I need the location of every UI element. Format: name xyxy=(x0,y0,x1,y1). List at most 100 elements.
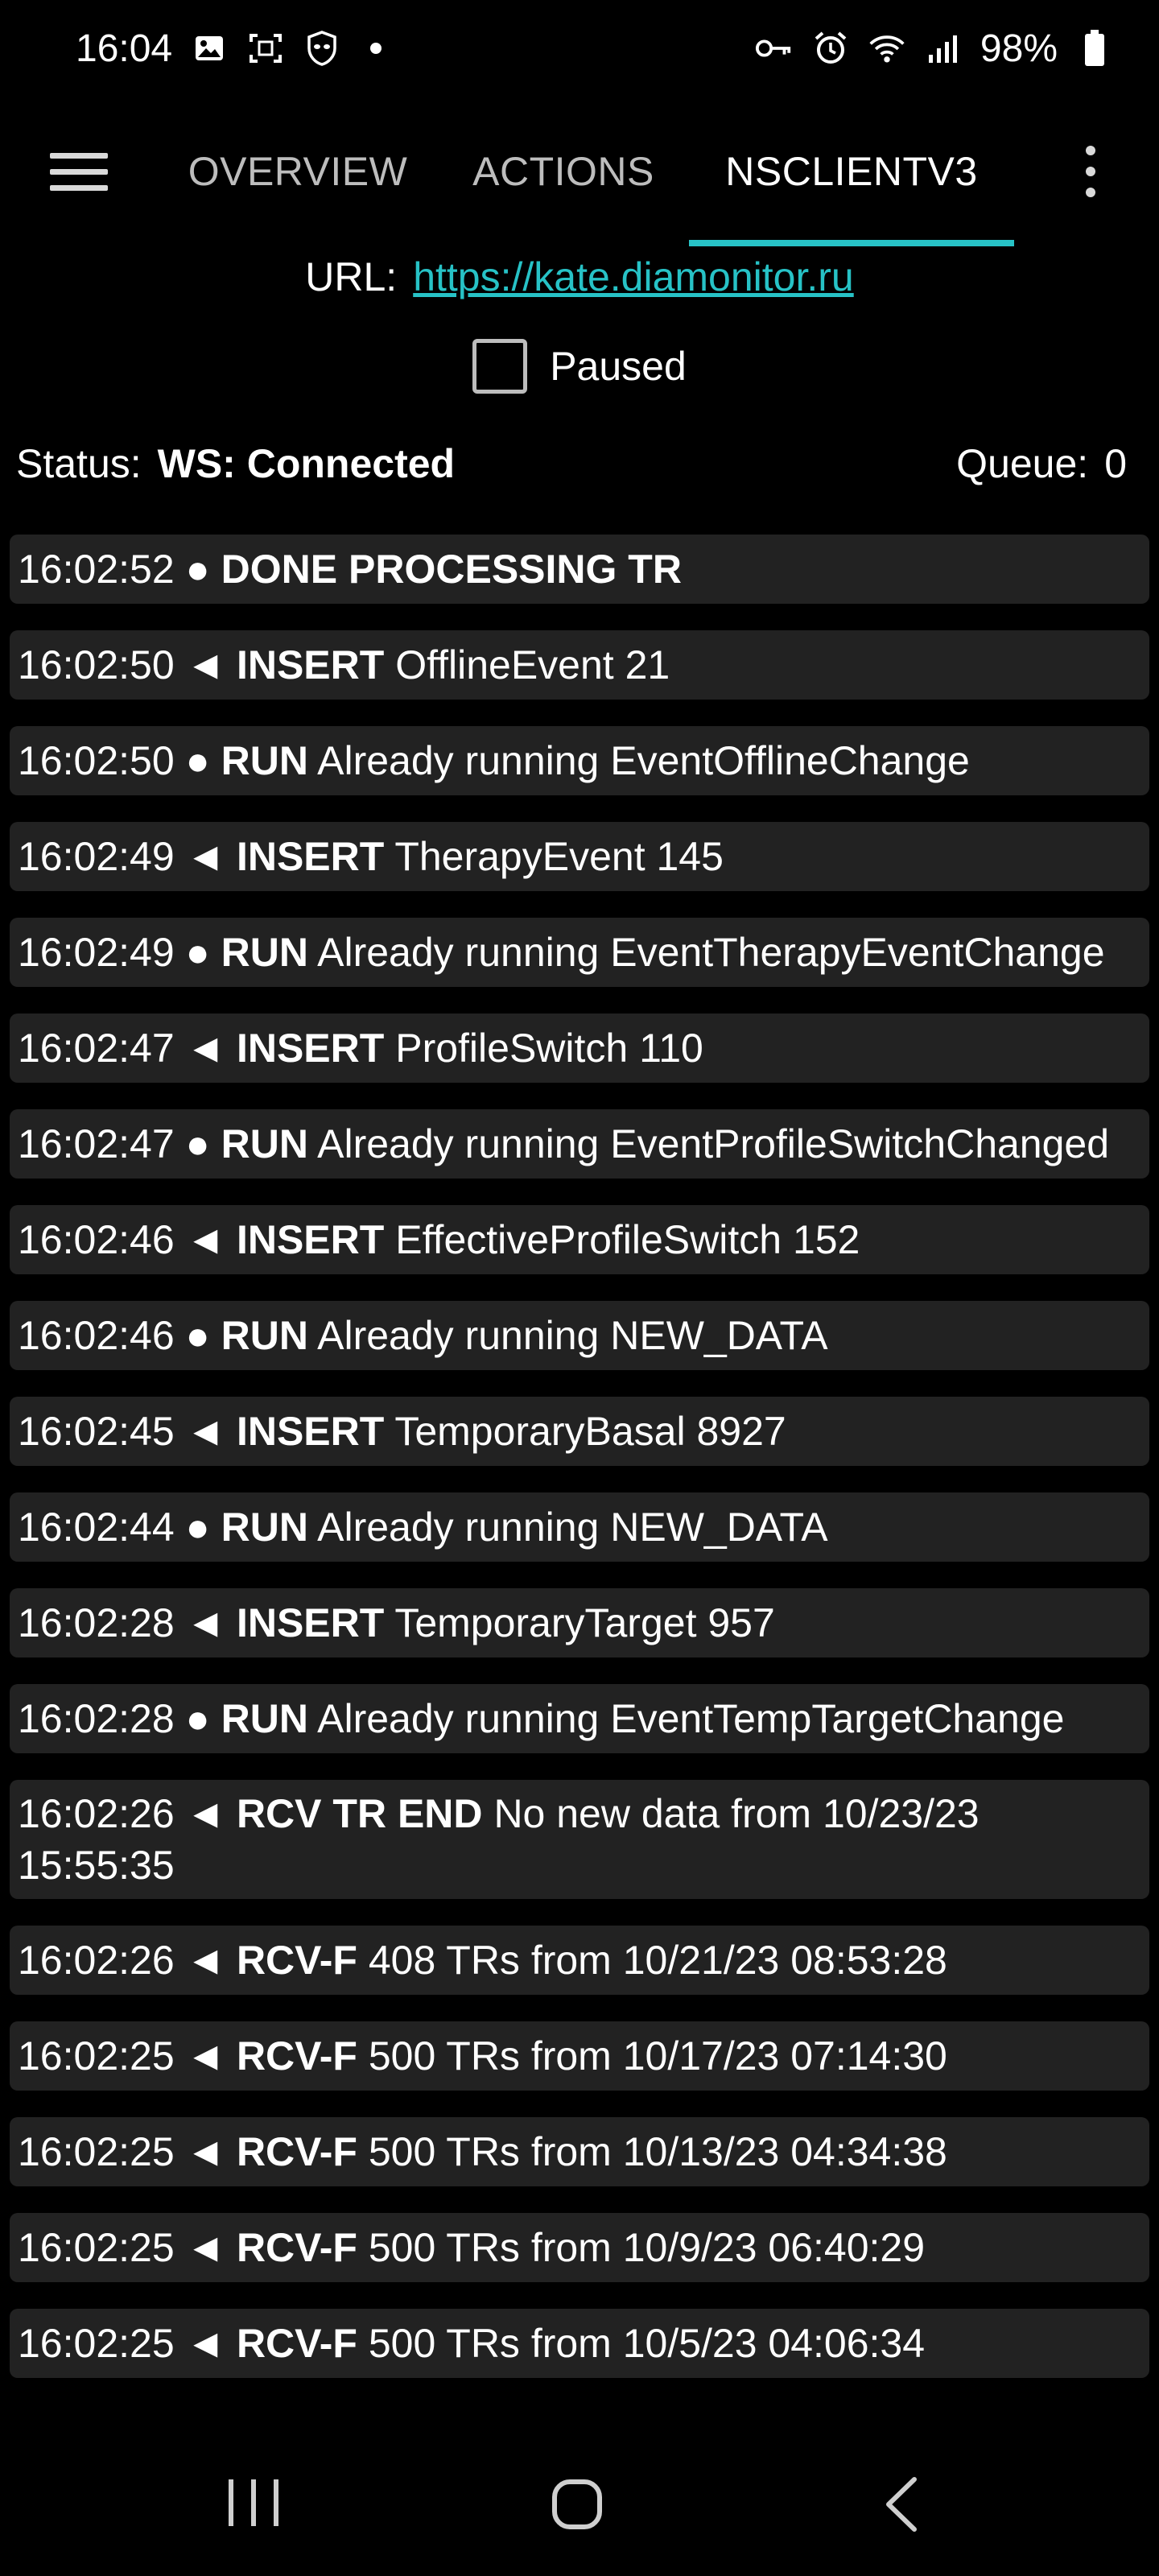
tab-overview[interactable]: OVERVIEW xyxy=(187,133,409,210)
log-item: 16:02:49 ● RUN Already running EventTher… xyxy=(10,918,1149,987)
log-time: 16:02:26 xyxy=(18,1938,175,1983)
paused-label: Paused xyxy=(550,344,687,389)
log-item-text: 16:02:46 ◄ INSERT EffectiveProfileSwitch… xyxy=(18,1214,860,1265)
queue-value: 0 xyxy=(1104,441,1127,486)
log-time: 16:02:28 xyxy=(18,1600,175,1645)
log-item: 16:02:28 ● RUN Already running EventTemp… xyxy=(10,1684,1149,1753)
log-direction-icon: ◄ xyxy=(185,1600,226,1645)
more-options-icon[interactable] xyxy=(1070,135,1111,208)
log-time: 16:02:49 xyxy=(18,834,175,879)
log-time: 16:02:50 xyxy=(18,642,175,687)
log-direction-icon: ◄ xyxy=(185,1026,226,1071)
log-action: RCV-F xyxy=(236,2321,357,2366)
log-time: 16:02:25 xyxy=(18,2225,175,2270)
log-time: 16:02:25 xyxy=(18,2129,175,2174)
url-row: URL: https://kate.diamonitor.ru xyxy=(0,246,1159,308)
log-time: 16:02:46 xyxy=(18,1313,175,1358)
log-detail: 500 TRs from 10/17/23 07:14:30 xyxy=(368,2033,947,2079)
log-direction-icon: ◄ xyxy=(185,1217,226,1262)
log-item-text: 16:02:25 ◄ RCV-F 500 TRs from 10/17/23 0… xyxy=(18,2030,947,2082)
wifi-icon xyxy=(868,29,906,68)
log-item-text: 16:02:25 ◄ RCV-F 500 TRs from 10/13/23 0… xyxy=(18,2126,947,2178)
log-detail: 500 TRs from 10/5/23 04:06:34 xyxy=(368,2321,926,2366)
log-direction-icon: ◄ xyxy=(185,2225,226,2270)
queue-label: Queue: xyxy=(956,441,1089,486)
log-item: 16:02:26 ◄ RCV-F 408 TRs from 10/21/23 0… xyxy=(10,1926,1149,1995)
tab-actions[interactable]: ACTIONS xyxy=(467,133,660,210)
log-direction-icon: ◄ xyxy=(185,1409,226,1454)
paused-row[interactable]: Paused xyxy=(0,333,1159,399)
log-time: 16:02:25 xyxy=(18,2033,175,2079)
log-time: 16:02:52 xyxy=(18,547,175,592)
log-list[interactable]: 16:02:52 ● DONE PROCESSING TR 16:02:50 ◄ … xyxy=(10,535,1149,2428)
log-time: 16:02:25 xyxy=(18,2321,175,2366)
log-detail: 408 TRs from 10/21/23 08:53:28 xyxy=(368,1938,947,1983)
tab-nsclientv3[interactable]: NSCLIENTV3 xyxy=(697,133,1006,210)
log-action: RCV-F xyxy=(236,1938,357,1983)
log-item: 16:02:52 ● DONE PROCESSING TR xyxy=(10,535,1149,604)
back-icon[interactable] xyxy=(882,2476,919,2533)
home-icon[interactable] xyxy=(552,2479,602,2529)
log-item-text: 16:02:49 ● RUN Already running EventTher… xyxy=(18,927,1105,978)
log-action: INSERT xyxy=(236,1600,385,1645)
active-tab-indicator xyxy=(689,240,1014,246)
connection-status: Status: WS: Connected xyxy=(16,440,455,487)
notification-dot xyxy=(370,43,382,54)
log-direction-icon: ● xyxy=(185,738,210,783)
log-item: 16:02:47 ● RUN Already running EventProf… xyxy=(10,1109,1149,1179)
log-detail: Already running NEW_DATA xyxy=(317,1505,828,1550)
log-direction-icon: ● xyxy=(185,930,210,975)
log-time: 16:02:45 xyxy=(18,1409,175,1454)
log-item: 16:02:25 ◄ RCV-F 500 TRs from 10/5/23 04… xyxy=(10,2309,1149,2378)
recents-icon[interactable] xyxy=(229,2479,278,2526)
battery-icon xyxy=(1075,29,1114,68)
status-row: Status: WS: Connected Queue: 0 xyxy=(16,431,1127,496)
signal-icon xyxy=(924,29,963,68)
log-time: 16:02:26 xyxy=(18,1791,175,1836)
log-direction-icon: ◄ xyxy=(185,2321,226,2366)
log-item-text: 16:02:44 ● RUN Already running NEW_DATA xyxy=(18,1501,828,1553)
log-direction-icon: ◄ xyxy=(185,834,226,879)
log-action: INSERT xyxy=(236,1409,385,1454)
screenshot-icon xyxy=(246,29,285,68)
alien-shield-icon xyxy=(303,29,341,68)
log-direction-icon: ◄ xyxy=(185,642,226,687)
log-item-text: 16:02:26 ◄ RCV TR END No new data from 1… xyxy=(18,1788,1141,1891)
log-item-text: 16:02:28 ● RUN Already running EventTemp… xyxy=(18,1693,1064,1744)
log-item: 16:02:25 ◄ RCV-F 500 TRs from 10/9/23 06… xyxy=(10,2213,1149,2282)
hamburger-menu-icon[interactable] xyxy=(50,137,119,206)
app-bar: OVERVIEW ACTIONS NSCLIENTV3 xyxy=(0,97,1159,246)
log-item: 16:02:47 ◄ INSERT ProfileSwitch 110 xyxy=(10,1013,1149,1083)
log-action: INSERT xyxy=(236,834,385,879)
log-direction-icon: ◄ xyxy=(185,2129,226,2174)
log-item-text: 16:02:45 ◄ INSERT TemporaryBasal 8927 xyxy=(18,1406,786,1457)
log-detail: OfflineEvent 21 xyxy=(395,642,670,687)
status-bar-right: 98% xyxy=(755,27,1114,71)
log-action: INSERT xyxy=(236,1217,385,1262)
log-time: 16:02:46 xyxy=(18,1217,175,1262)
url-label: URL: xyxy=(305,254,398,299)
url-link[interactable]: https://kate.diamonitor.ru xyxy=(413,254,854,300)
log-action: RUN xyxy=(221,1121,308,1166)
log-item: 16:02:28 ◄ INSERT TemporaryTarget 957 xyxy=(10,1588,1149,1657)
log-item-text: 16:02:50 ◄ INSERT OfflineEvent 21 xyxy=(18,639,670,691)
queue-status: Queue: 0 xyxy=(956,440,1127,487)
log-direction-icon: ◄ xyxy=(185,2033,226,2079)
log-item-text: 16:02:52 ● DONE PROCESSING TR xyxy=(18,543,682,595)
log-time: 16:02:50 xyxy=(18,738,175,783)
log-detail: 500 TRs from 10/9/23 06:40:29 xyxy=(368,2225,926,2270)
log-detail: ProfileSwitch 110 xyxy=(395,1026,703,1071)
alarm-icon xyxy=(811,29,850,68)
log-action: DONE PROCESSING TR xyxy=(221,547,682,592)
log-action: RUN xyxy=(221,1313,308,1358)
log-item-text: 16:02:25 ◄ RCV-F 500 TRs from 10/9/23 06… xyxy=(18,2222,925,2273)
log-direction-icon: ● xyxy=(185,1505,210,1550)
log-action: RCV-F xyxy=(236,2225,357,2270)
log-item-text: 16:02:46 ● RUN Already running NEW_DATA xyxy=(18,1310,828,1361)
paused-checkbox[interactable] xyxy=(472,339,528,394)
log-item-text: 16:02:26 ◄ RCV-F 408 TRs from 10/21/23 0… xyxy=(18,1934,947,1986)
log-detail: Already running EventTempTargetChange xyxy=(317,1696,1065,1741)
log-item-text: 16:02:49 ◄ INSERT TherapyEvent 145 xyxy=(18,831,724,882)
app-screen: 16:04 98% OVERVIEW ACTIONS NSCLIENTV3 UR… xyxy=(0,0,1159,2576)
log-item: 16:02:45 ◄ INSERT TemporaryBasal 8927 xyxy=(10,1397,1149,1466)
